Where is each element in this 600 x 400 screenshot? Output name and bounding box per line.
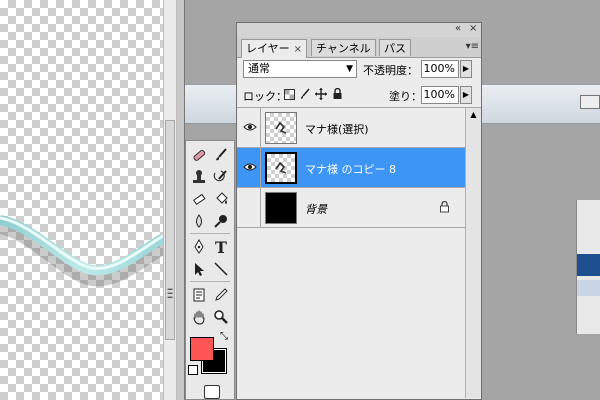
- layer-thumbnail: [265, 152, 297, 184]
- clone-stamp-icon[interactable]: [189, 167, 209, 187]
- tab-channels-label: チャンネル: [316, 42, 371, 55]
- eraser-icon[interactable]: [189, 189, 209, 209]
- path-selection-icon[interactable]: [189, 259, 209, 279]
- visibility-toggle[interactable]: [241, 198, 259, 216]
- lock-transparency-icon[interactable]: [283, 88, 295, 100]
- opacity-label: 不透明度：: [363, 64, 418, 77]
- layer-list: マナ様(選択) マナ様 のコピー 8 背景: [237, 108, 465, 398]
- panel-menu-icon[interactable]: ▾≡: [466, 41, 479, 52]
- layer-row-copy-8[interactable]: マナ様 のコピー 8: [237, 148, 465, 188]
- scroll-up-icon[interactable]: ▲: [466, 108, 481, 122]
- panel-tabs: レイヤー × チャンネル パス ▾≡: [237, 37, 481, 58]
- paint-bucket-icon[interactable]: [211, 189, 231, 209]
- document-titlebar: [577, 254, 600, 276]
- column-divider: [260, 108, 261, 148]
- lock-pixels-icon[interactable]: [299, 88, 311, 100]
- layer-lock-icon: [439, 200, 450, 216]
- healing-brush-icon[interactable]: [189, 145, 209, 165]
- pen-icon[interactable]: [189, 237, 209, 257]
- canvas-vertical-scrollbar[interactable]: ━ ━ ━: [163, 0, 177, 400]
- layer-row-background[interactable]: 背景: [237, 188, 465, 228]
- lock-all-icon[interactable]: [331, 88, 343, 100]
- type-tool-icon[interactable]: T: [211, 237, 231, 257]
- scrollbar-thumb[interactable]: [165, 120, 175, 340]
- hand-icon[interactable]: [189, 307, 209, 327]
- blend-mode-value: 通常: [248, 62, 270, 75]
- fill-label: 塗り：: [389, 90, 422, 103]
- toolbox-separator: [190, 281, 230, 282]
- layer-row-selection[interactable]: マナ様(選択): [237, 108, 465, 148]
- opacity-slider-button[interactable]: ▶: [460, 60, 472, 78]
- background-document-window: [576, 200, 600, 334]
- tab-close-icon[interactable]: ×: [294, 44, 302, 55]
- document-canvas[interactable]: [0, 0, 163, 400]
- dodge-icon[interactable]: [211, 211, 231, 231]
- tab-channels[interactable]: チャンネル: [311, 39, 376, 56]
- opacity-input[interactable]: 100%: [421, 60, 459, 78]
- line-tool-icon[interactable]: [211, 259, 231, 279]
- panel-close-icon[interactable]: ×: [469, 23, 477, 35]
- history-brush-icon[interactable]: [211, 167, 231, 187]
- workspace-button[interactable]: [580, 95, 600, 109]
- collapse-icon[interactable]: «: [455, 23, 461, 35]
- layer-name: 背景: [305, 203, 327, 216]
- layer-name: マナ様 のコピー 8: [305, 163, 396, 176]
- tab-paths-label: パス: [384, 42, 406, 55]
- default-colors-icon[interactable]: [188, 365, 198, 375]
- brush-stroke-graphic: [0, 215, 163, 287]
- lock-position-icon[interactable]: [315, 88, 327, 100]
- brush-icon[interactable]: [211, 145, 231, 165]
- fill-slider-button[interactable]: ▶: [460, 86, 472, 104]
- tab-layers[interactable]: レイヤー ×: [241, 39, 308, 58]
- foreground-color-swatch[interactable]: [190, 337, 214, 361]
- layer-list-scrollbar[interactable]: ▲: [465, 108, 481, 398]
- layer-thumbnail: [265, 192, 297, 224]
- eye-icon[interactable]: [241, 158, 259, 176]
- chevron-down-icon: ▼: [346, 64, 353, 74]
- layer-name: マナ様(選択): [305, 123, 369, 136]
- lock-row: ロック： 塗り： 100% ▶: [237, 83, 481, 108]
- lock-label: ロック：: [243, 90, 287, 103]
- eye-icon[interactable]: [241, 118, 259, 136]
- blend-mode-select[interactable]: 通常 ▼: [243, 60, 357, 78]
- panel-divider[interactable]: [177, 0, 185, 400]
- toolbox: T ⤡: [185, 140, 235, 400]
- panel-titlebar[interactable]: « ×: [237, 23, 481, 37]
- eyedropper-icon[interactable]: [211, 285, 231, 305]
- tab-layers-label: レイヤー: [246, 42, 290, 55]
- grip-icon: ━ ━ ━: [167, 285, 173, 302]
- blur-icon[interactable]: [189, 211, 209, 231]
- column-divider: [260, 148, 261, 188]
- quick-mask-icon[interactable]: [204, 385, 220, 399]
- layer-thumbnail: [265, 112, 297, 144]
- zoom-icon[interactable]: [211, 307, 231, 327]
- fill-input[interactable]: 100%: [421, 86, 459, 104]
- type-tool-glyph: T: [215, 237, 227, 257]
- column-divider: [260, 188, 261, 228]
- toolbox-separator: [190, 233, 230, 234]
- swap-colors-icon[interactable]: ⤡: [220, 331, 228, 342]
- blend-row: 通常 ▼ 不透明度： 100% ▶: [237, 57, 481, 83]
- tab-paths[interactable]: パス: [379, 39, 411, 56]
- notes-icon[interactable]: [189, 285, 209, 305]
- layers-panel: « × レイヤー × チャンネル パス ▾≡ 通常 ▼ 不透明度： 100% ▶ …: [236, 22, 482, 400]
- document-strip: [577, 280, 600, 296]
